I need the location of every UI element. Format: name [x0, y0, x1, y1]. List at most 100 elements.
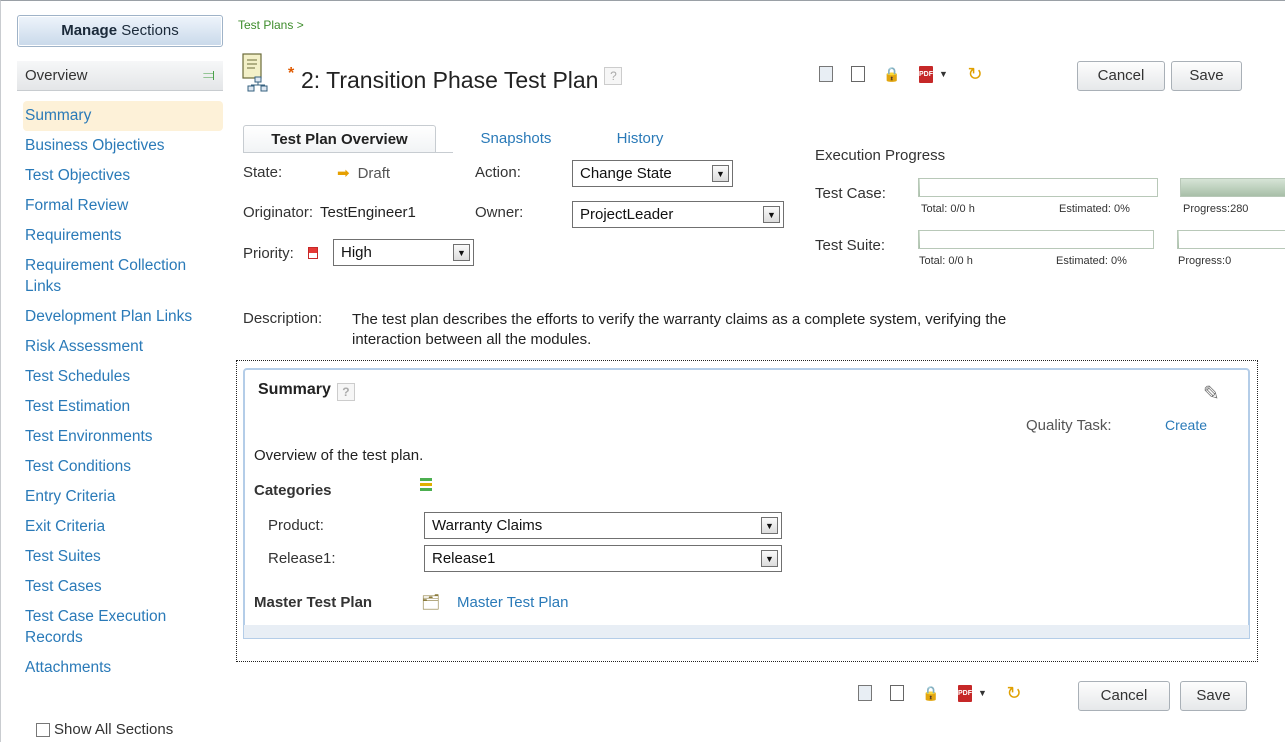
categories-icon[interactable]	[420, 478, 432, 496]
test-suite-progress: Progress:0	[1178, 255, 1232, 267]
test-case-hours-bar	[918, 178, 1158, 197]
sidebar-item-business-objectives[interactable]: Business Objectives	[23, 135, 223, 156]
tab-history[interactable]: History	[595, 125, 685, 153]
lock-icon[interactable]: 🔒	[922, 684, 940, 702]
test-suite-progress-bar	[1177, 230, 1285, 249]
edit-icon[interactable]: ✎	[1203, 381, 1220, 406]
refresh-icon[interactable]: ↻	[1005, 683, 1023, 703]
lock-icon[interactable]: 🔒	[883, 65, 901, 83]
sidebar-item-formal-review[interactable]: Formal Review	[23, 195, 223, 216]
cancel-button[interactable]: Cancel	[1078, 681, 1170, 711]
test-suite-hours-bar	[918, 230, 1154, 249]
product-label: Product:	[268, 517, 324, 534]
sidebar-item-test-cases[interactable]: Test Cases	[23, 576, 223, 597]
owner-label: Owner:	[475, 204, 524, 221]
chevron-down-icon[interactable]: ▼	[712, 165, 729, 182]
description-label: Description:	[243, 310, 323, 327]
description-text: The test plan describes the efforts to v…	[352, 311, 1007, 348]
test-suite-estimated: Estimated: 0%	[1056, 255, 1127, 267]
show-all-sections[interactable]: Show All Sections	[36, 721, 173, 738]
categories-label: Categories	[254, 482, 332, 499]
manage-sections-button[interactable]: Manage Sections	[17, 15, 223, 47]
action-label: Action:	[475, 164, 521, 181]
breadcrumb[interactable]: Test Plans >	[238, 18, 304, 32]
chevron-down-icon[interactable]: ▼	[763, 206, 780, 223]
test-case-progress: Progress:280	[1183, 203, 1249, 215]
test-case-progress-bar	[1180, 178, 1285, 197]
main-content: Test Plans > * 2: Transition Phase Test …	[233, 1, 1285, 742]
bottom-toolbar: 🔒 PDF ▼ ↻	[858, 683, 1023, 703]
test-plan-icon	[242, 53, 268, 92]
page-title: 2: Transition Phase Test Plan?	[301, 66, 623, 94]
tab-test-plan-overview[interactable]: Test Plan Overview	[243, 125, 436, 153]
summary-overview-text: Overview of the test plan.	[254, 447, 424, 464]
sidebar-item-test-estimation[interactable]: Test Estimation	[23, 396, 223, 417]
cancel-button[interactable]: Cancel	[1077, 61, 1165, 91]
sidebar-item-summary[interactable]: Summary	[23, 101, 223, 131]
pdf-dropdown-icon[interactable]: ▼	[978, 688, 987, 698]
sidebar-item-test-case-execution-records[interactable]: Test Case Execution Records	[23, 606, 223, 648]
priority-select[interactable]: High ▼	[333, 239, 474, 266]
owner-select[interactable]: ProjectLeader ▼	[572, 201, 784, 228]
top-toolbar: 🔒 PDF ▼ ↻	[819, 64, 984, 84]
sidebar-item-test-environments[interactable]: Test Environments	[23, 426, 223, 447]
state-value: ➡ Draft	[337, 165, 391, 182]
copy-icon[interactable]	[858, 685, 872, 701]
save-button[interactable]: Save	[1171, 61, 1242, 91]
save-button[interactable]: Save	[1180, 681, 1247, 711]
test-case-estimated: Estimated: 0%	[1059, 203, 1130, 215]
master-plan-icon: 🗂	[421, 594, 441, 611]
tab-snapshots[interactable]: Snapshots	[461, 125, 571, 153]
sidebar-item-test-schedules[interactable]: Test Schedules	[23, 366, 223, 387]
copy-icon[interactable]	[819, 66, 833, 82]
release1-label: Release1:	[268, 550, 336, 567]
master-test-plan-link[interactable]: Master Test Plan	[457, 594, 568, 611]
state-arrow-icon: ➡	[337, 165, 350, 182]
execution-progress-title: Execution Progress	[815, 147, 946, 164]
help-icon[interactable]: ?	[604, 66, 623, 85]
sidebar-item-test-suites[interactable]: Test Suites	[23, 546, 223, 567]
priority-flag-icon	[308, 247, 318, 259]
release1-select[interactable]: Release1 ▼	[424, 545, 782, 572]
quality-task-create-link[interactable]: Create	[1165, 417, 1207, 433]
sidebar-item-entry-criteria[interactable]: Entry Criteria	[23, 486, 223, 507]
tab-divider	[243, 152, 453, 153]
priority-label: Priority:	[243, 245, 294, 262]
originator-value: TestEngineer1	[320, 204, 416, 221]
print-icon[interactable]	[890, 685, 904, 701]
show-all-label: Show All Sections	[54, 721, 174, 738]
sidebar-item-exit-criteria[interactable]: Exit Criteria	[23, 516, 223, 537]
test-case-label: Test Case:	[815, 185, 886, 202]
sidebar-item-test-objectives[interactable]: Test Objectives	[23, 165, 223, 186]
show-all-checkbox[interactable]	[36, 722, 50, 737]
sidebar-item-requirements[interactable]: Requirements	[23, 225, 223, 246]
refresh-icon[interactable]: ↻	[966, 64, 984, 84]
modified-marker: *	[288, 65, 295, 82]
summary-title: Summary?	[258, 381, 355, 401]
chevron-down-icon[interactable]: ▼	[761, 517, 778, 534]
help-icon[interactable]: ?	[336, 383, 355, 401]
print-icon[interactable]	[851, 66, 865, 82]
chevron-down-icon[interactable]: ▼	[761, 550, 778, 567]
test-suite-total: Total: 0/0 h	[919, 255, 973, 267]
test-suite-label: Test Suite:	[815, 237, 886, 254]
pin-icon[interactable]: ⫤	[203, 61, 215, 91]
master-test-plan-label: Master Test Plan	[254, 594, 373, 611]
quality-task-label: Quality Task:	[1026, 417, 1112, 434]
sidebar-item-attachments[interactable]: Attachments	[23, 657, 223, 678]
state-label: State:	[243, 164, 283, 181]
sidebar-item-risk-assessment[interactable]: Risk Assessment	[23, 336, 223, 357]
action-select[interactable]: Change State ▼	[572, 160, 733, 187]
pdf-icon[interactable]: PDF	[958, 684, 972, 702]
pdf-icon[interactable]: PDF	[919, 65, 933, 83]
product-select[interactable]: Warranty Claims ▼	[424, 512, 782, 539]
section-list: Summary Business Objectives Test Objecti…	[23, 101, 223, 678]
sidebar-header: Overview ⫤	[17, 61, 223, 91]
sidebar-item-test-conditions[interactable]: Test Conditions	[23, 456, 223, 477]
sidebar-item-requirement-collection-links[interactable]: Requirement Collection Links	[23, 255, 223, 297]
sidebar: Manage Sections Overview ⫤ Summary Busin…	[1, 1, 233, 742]
sidebar-item-development-plan-links[interactable]: Development Plan Links	[23, 306, 223, 327]
summary-panel	[243, 368, 1250, 632]
pdf-dropdown-icon[interactable]: ▼	[939, 69, 948, 79]
chevron-down-icon[interactable]: ▼	[453, 244, 470, 261]
